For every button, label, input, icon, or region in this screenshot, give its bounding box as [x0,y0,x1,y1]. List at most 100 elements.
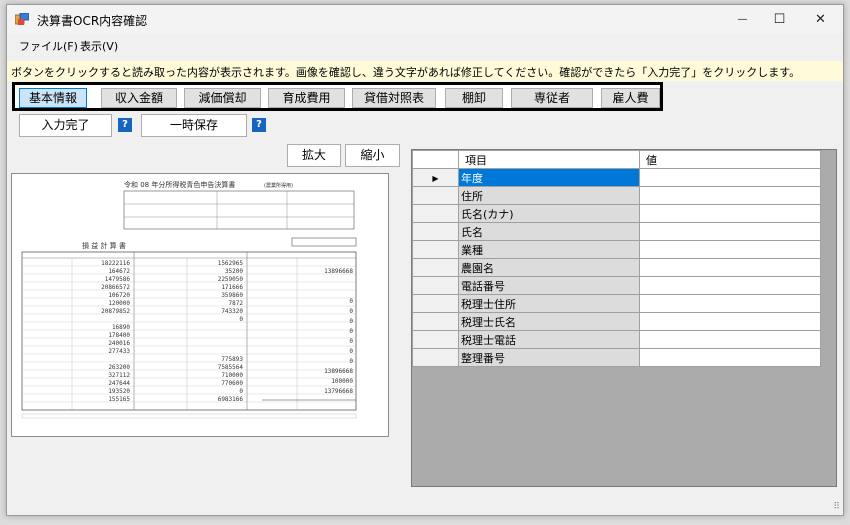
row-header[interactable] [412,222,459,241]
tab-balance-sheet[interactable]: 貸借対照表 [352,88,436,108]
grid-cell-value[interactable] [639,312,821,331]
table-row[interactable]: 整理番号 [412,348,821,367]
temporary-save-button[interactable]: 一時保存 [141,114,247,137]
grid-cell-value[interactable] [639,186,821,205]
grid-cell-value[interactable] [639,258,821,277]
doc-value: 164672 [108,268,130,275]
doc-value: 0 [239,316,243,323]
menu-file[interactable]: ファイル(F) [19,38,78,54]
doc-value: 327112 [108,372,130,379]
grid-cell-item[interactable]: 住所 [458,186,640,205]
table-row[interactable]: 業種 [412,240,821,259]
maximize-button[interactable]: ☐ [757,5,802,34]
doc-value: 277433 [108,348,130,355]
instruction-text: ボタンをクリックすると読み取った内容が表示されます。画像を確認し、違う文字があれ… [7,61,843,81]
grid-cell-value[interactable] [639,222,821,241]
grid-cell-value[interactable] [639,348,821,367]
grid-cell-value[interactable] [639,276,821,295]
table-row[interactable]: ▶ 年度 [412,168,821,187]
row-header[interactable] [412,348,459,367]
table-row[interactable]: 住所 [412,186,821,205]
table-row[interactable]: 農園名 [412,258,821,277]
scanned-document: 令和 08 年分所得税青色申告決算書 (農業所得用) 損 益 計 算 書 182… [12,174,388,436]
doc-value: 35200 [225,268,243,275]
doc-value: 775893 [221,356,243,363]
grid-cell-item[interactable]: 年度 [458,168,640,187]
help-icon[interactable]: ? [118,118,132,132]
app-window: 決算書OCR内容確認 — ☐ ✕ ファイル(F) 表示(V) ボタンをクリックす… [6,4,844,516]
grid-cell-item[interactable]: 氏名(カナ) [458,204,640,223]
zoom-in-button[interactable]: 拡大 [287,144,341,167]
table-row[interactable]: 氏名 [412,222,821,241]
doc-value: 13796668 [324,388,353,395]
grid-cell-item[interactable]: 氏名 [458,222,640,241]
grid-cell-item[interactable]: 税理士住所 [458,294,640,313]
grid-header-item[interactable]: 項目 [458,150,640,169]
document-image-viewer[interactable]: 令和 08 年分所得税青色申告決算書 (農業所得用) 損 益 計 算 書 182… [11,173,389,437]
doc-value: 263200 [108,364,130,371]
grid-cell-value[interactable] [639,204,821,223]
doc-value: 0 [349,318,353,325]
grid-cell-value[interactable] [639,294,821,313]
doc-header: 令和 08 年分所得税青色申告決算書 [124,180,235,189]
doc-value: 18222116 [101,260,130,267]
grid-cell-value[interactable] [639,330,821,349]
grid-cell-item[interactable]: 税理士電話 [458,330,640,349]
zoom-out-button[interactable]: 縮小 [345,144,400,167]
doc-value: 20866572 [101,284,130,291]
doc-value: 0 [349,358,353,365]
table-row[interactable]: 税理士氏名 [412,312,821,331]
doc-value: 0 [349,308,353,315]
maximize-icon: ☐ [773,12,786,27]
doc-value: 743320 [221,308,243,315]
row-header[interactable] [412,204,459,223]
grid-corner-header [412,150,459,169]
grid-cell-item[interactable]: 整理番号 [458,348,640,367]
app-icon [15,13,29,25]
doc-subheader: (農業所得用) [264,182,293,189]
grid-header-value[interactable]: 値 [639,150,821,169]
doc-value: 178400 [108,332,130,339]
ocr-data-grid[interactable]: 項目 値 ▶ 年度 住所 氏名(カナ) 氏名 業種 農園名 電話番号 税理士住所… [411,149,837,487]
tab-wages[interactable]: 雇人費 [601,88,660,108]
doc-value: 16890 [112,324,130,331]
row-header[interactable] [412,294,459,313]
doc-value: 0 [349,328,353,335]
table-row[interactable]: 電話番号 [412,276,821,295]
menu-bar: ファイル(F) 表示(V) [7,34,843,57]
menu-view[interactable]: 表示(V) [80,38,118,54]
doc-value: 7585564 [218,364,244,371]
row-header[interactable] [412,276,459,295]
complete-input-button[interactable]: 入力完了 [19,114,112,137]
doc-value: 0 [349,348,353,355]
title-bar[interactable]: 決算書OCR内容確認 — ☐ ✕ [7,5,843,34]
doc-value: 13896668 [324,368,353,375]
tab-family-employee[interactable]: 専従者 [511,88,593,108]
grid-cell-item[interactable]: 税理士氏名 [458,312,640,331]
row-header[interactable] [412,186,459,205]
tab-basic-info[interactable]: 基本情報 [19,88,87,108]
table-row[interactable]: 氏名(カナ) [412,204,821,223]
grid-cell-item[interactable]: 電話番号 [458,276,640,295]
tab-depreciation[interactable]: 減価償却 [184,88,261,108]
row-header[interactable] [412,258,459,277]
row-header[interactable] [412,240,459,259]
grid-cell-value[interactable] [639,168,821,187]
resize-grip-icon[interactable]: ⠿ [833,502,840,512]
grid-cell-item[interactable]: 農園名 [458,258,640,277]
tab-inventory[interactable]: 棚卸 [445,88,503,108]
grid-cell-value[interactable] [639,240,821,259]
help-icon[interactable]: ? [252,118,266,132]
table-row[interactable]: 税理士住所 [412,294,821,313]
tab-income[interactable]: 収入金額 [101,88,177,108]
doc-value: 710000 [221,372,243,379]
row-header[interactable] [412,330,459,349]
close-button[interactable]: ✕ [798,5,843,34]
current-row-indicator-icon: ▶ [412,168,459,187]
tab-growing-cost[interactable]: 育成費用 [268,88,345,108]
table-row[interactable]: 税理士電話 [412,330,821,349]
doc-value: 359860 [221,292,243,299]
doc-value: 0 [349,298,353,305]
row-header[interactable] [412,312,459,331]
grid-cell-item[interactable]: 業種 [458,240,640,259]
